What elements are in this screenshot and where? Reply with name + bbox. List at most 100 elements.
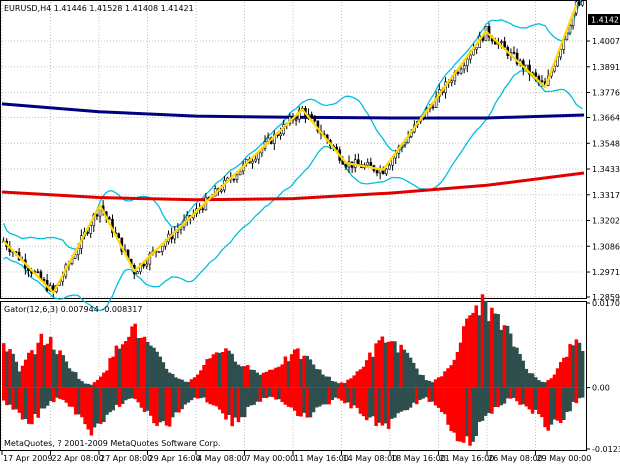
gator-upper-bar (471, 312, 475, 388)
gator-upper-bar (286, 361, 291, 388)
gator-lower-bar (70, 387, 75, 407)
y-tick-label: 1.33175 (592, 191, 620, 200)
gator-lower-bar (289, 387, 294, 408)
y-tick-label: 1.36640 (592, 114, 620, 123)
gator-upper-bar (446, 368, 450, 388)
candle-body (344, 163, 348, 168)
gator-lower-bar (343, 387, 347, 404)
gator-lower-bar (580, 387, 585, 398)
gator-upper-bar (202, 364, 206, 388)
y-tick-label: 1.40070 (592, 37, 620, 46)
candle-body (160, 245, 164, 252)
gator-upper-bar (355, 371, 360, 388)
gator-upper-bar (399, 344, 403, 388)
gator-lower-bar (211, 387, 216, 406)
gator-upper-bar (164, 368, 169, 388)
gator-upper-bar (408, 357, 413, 388)
gator-upper-bar (487, 321, 491, 388)
candle-body (534, 72, 538, 77)
metatrader-chart-window[interactable]: 1.40070 1.38915 1.37760 1.36640 1.35485 1.343… (0, 0, 620, 465)
gator-upper-bar (339, 382, 344, 388)
gator-upper-bar (280, 364, 285, 388)
gator-lower-bar (296, 387, 300, 417)
gator-lower-bar (493, 387, 497, 408)
gator-upper-bar (58, 350, 62, 388)
gator-lower-bar (233, 387, 238, 418)
gator-lower-bar (336, 387, 341, 399)
gator-lower-bar (415, 387, 419, 405)
gator-upper-bar (170, 373, 175, 388)
gator-upper-bar (430, 382, 435, 388)
gator-upper-bar (124, 341, 128, 388)
gator-lower-bar (558, 387, 563, 423)
gator-lower-bar (308, 387, 313, 418)
gator-upper-bar (277, 366, 281, 388)
gator-lower-bar (130, 387, 134, 399)
gator-lower-bar (408, 387, 413, 408)
candle-body (369, 162, 373, 166)
gator-lower-bar (255, 387, 259, 402)
candle-body (366, 162, 369, 166)
gator-upper-bar (480, 294, 485, 388)
gator-lower-bar (14, 387, 19, 410)
candle-body (95, 214, 99, 217)
last-price-label: 1.41421 (591, 16, 620, 25)
candle-body (388, 164, 391, 170)
gator-lower-bar (483, 387, 488, 416)
gator-lower-bar (515, 387, 519, 402)
gator-upper-bar (33, 354, 37, 388)
gator-lower-bar (177, 387, 181, 413)
gator-lower-bar (549, 387, 554, 425)
candle-body (475, 47, 478, 50)
x-tick-label: 14 May 08:00 (343, 454, 398, 463)
gator-lower-bar (433, 387, 438, 406)
candle-body (136, 271, 139, 275)
gator-lower-bar (202, 387, 206, 398)
chart-canvas[interactable]: 1.40070 1.38915 1.37760 1.36640 1.35485 1.343… (0, 0, 620, 465)
gator-lower-bar (321, 387, 325, 405)
gator-lower-bar (264, 387, 269, 399)
candle-body (220, 189, 223, 192)
y-tick-label: 1.29710 (592, 268, 620, 277)
gator-lower-bar (236, 387, 241, 423)
gator-upper-bar (465, 318, 469, 388)
gator-upper-bar (142, 336, 147, 388)
gator-upper-bar (45, 343, 50, 388)
gator-upper-bar (264, 371, 269, 388)
x-tick-label: 7 May 00:00 (246, 454, 296, 463)
gator-lower-bar (446, 387, 450, 425)
gator-lower-bar (17, 387, 22, 413)
gator-upper-bar (496, 314, 500, 388)
gator-upper-bar (283, 356, 288, 388)
gator-upper-bar (321, 374, 325, 388)
gator-lower-bar (402, 387, 407, 411)
gator-upper-bar (427, 380, 432, 388)
gator-upper-bar (533, 377, 538, 388)
gator-upper-bar (192, 377, 197, 388)
gator-lower-bar (505, 387, 510, 399)
gator-upper-bar (42, 345, 47, 388)
gator-upper-bar (518, 353, 522, 388)
candle-body (201, 208, 205, 211)
gator-lower-bar (280, 387, 285, 403)
gator-upper-bar (183, 381, 188, 388)
gator-lower-bar (358, 387, 363, 414)
gator-upper-bar (224, 348, 228, 388)
x-tick-label: 21 May 16:00 (440, 454, 495, 463)
gator-lower-bar (411, 387, 416, 403)
gator-lower-bar (99, 387, 103, 424)
gator-upper-bar (149, 345, 153, 388)
gator-lower-bar (339, 387, 344, 401)
gator-upper-bar (167, 372, 172, 388)
candle-body (578, 1, 581, 6)
gator-upper-bar (246, 365, 250, 388)
gator-upper-bar (455, 351, 460, 388)
gator-upper-bar (468, 315, 472, 388)
gator-upper-bar (571, 345, 576, 388)
gator-lower-bar (139, 387, 144, 408)
gator-lower-bar (474, 387, 479, 437)
candle-body (235, 174, 239, 180)
gator-upper-bar (402, 349, 407, 388)
gator-lower-bar (80, 387, 84, 418)
gator-lower-bar (552, 387, 557, 420)
